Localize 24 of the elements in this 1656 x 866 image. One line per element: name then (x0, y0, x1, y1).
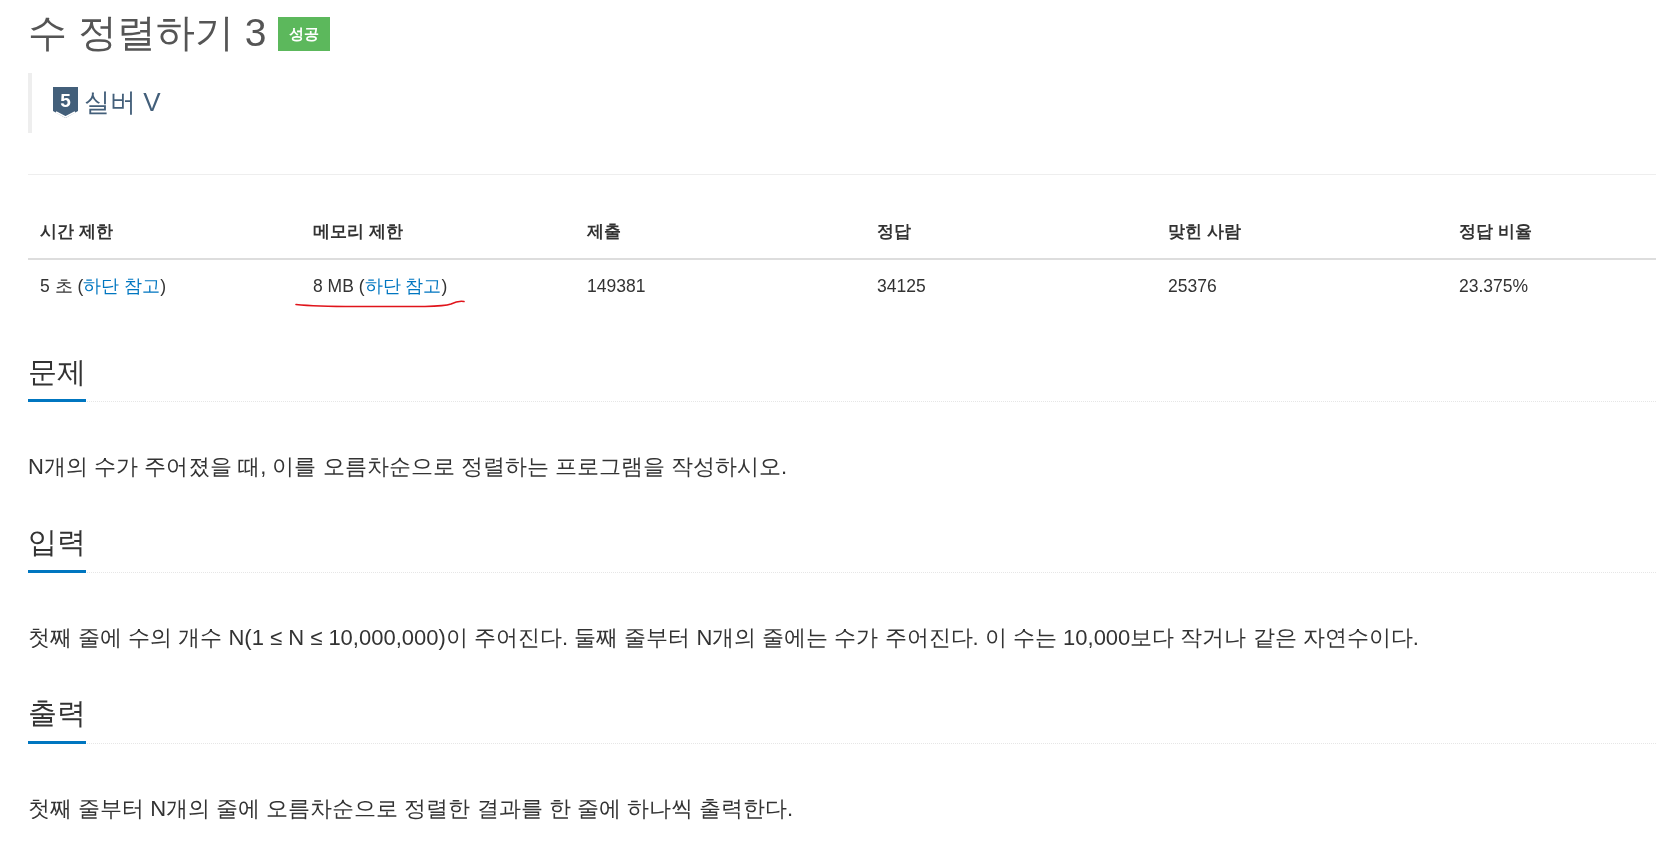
problem-title: 수 정렬하기 3 (28, 10, 267, 56)
column-header: 정답 비율 (1447, 202, 1656, 260)
section-text: N개의 수가 주어졌을 때, 이를 오름차순으로 정렬하는 프로그램을 작성하시오. (28, 453, 788, 482)
column-header: 메모리 제한 (301, 202, 575, 260)
reference-link[interactable]: 하단 참고 (83, 276, 161, 297)
section-heading: 문제 (28, 354, 86, 403)
section-text: 첫째 줄에 수의 개수 N(1 ≤ N ≤ 10,000,000)이 주어진다. 둘째 줄부터 N개의 줄에는 수가 주어진다. 이 수는 10,000보다 작거나 같은 자연수이다. (28, 624, 1420, 653)
reference-link[interactable]: 하단 참고 (364, 276, 442, 297)
tier-shield-badge: 5 (53, 86, 78, 119)
section-text: 첫째 줄부터 N개의 줄에 오름차순으로 정렬한 결과를 한 줄에 하나씩 출력한다. (28, 794, 795, 823)
column-header: 맞힌 사람 (1156, 202, 1447, 260)
column-header: 시간 제한 (28, 202, 301, 260)
table-cell-text: 23.375% (1459, 275, 1529, 299)
section-heading: 입력 (28, 525, 86, 574)
column-header: 정답 (865, 202, 1156, 260)
result-label: 성공 (278, 16, 331, 51)
table-cell-text: 8 MB (하단 참고) (313, 275, 448, 299)
table-cell-text: 149381 (587, 275, 646, 299)
section-heading: 출력 (28, 696, 86, 744)
table-cell-text: 34125 (877, 275, 926, 299)
column-header: 제출 (575, 202, 865, 260)
tier-name: 실버 V (84, 87, 161, 119)
table-cell-text: 5 초 (하단 참고) (40, 275, 166, 299)
table-cell-text: 25376 (1168, 275, 1217, 299)
